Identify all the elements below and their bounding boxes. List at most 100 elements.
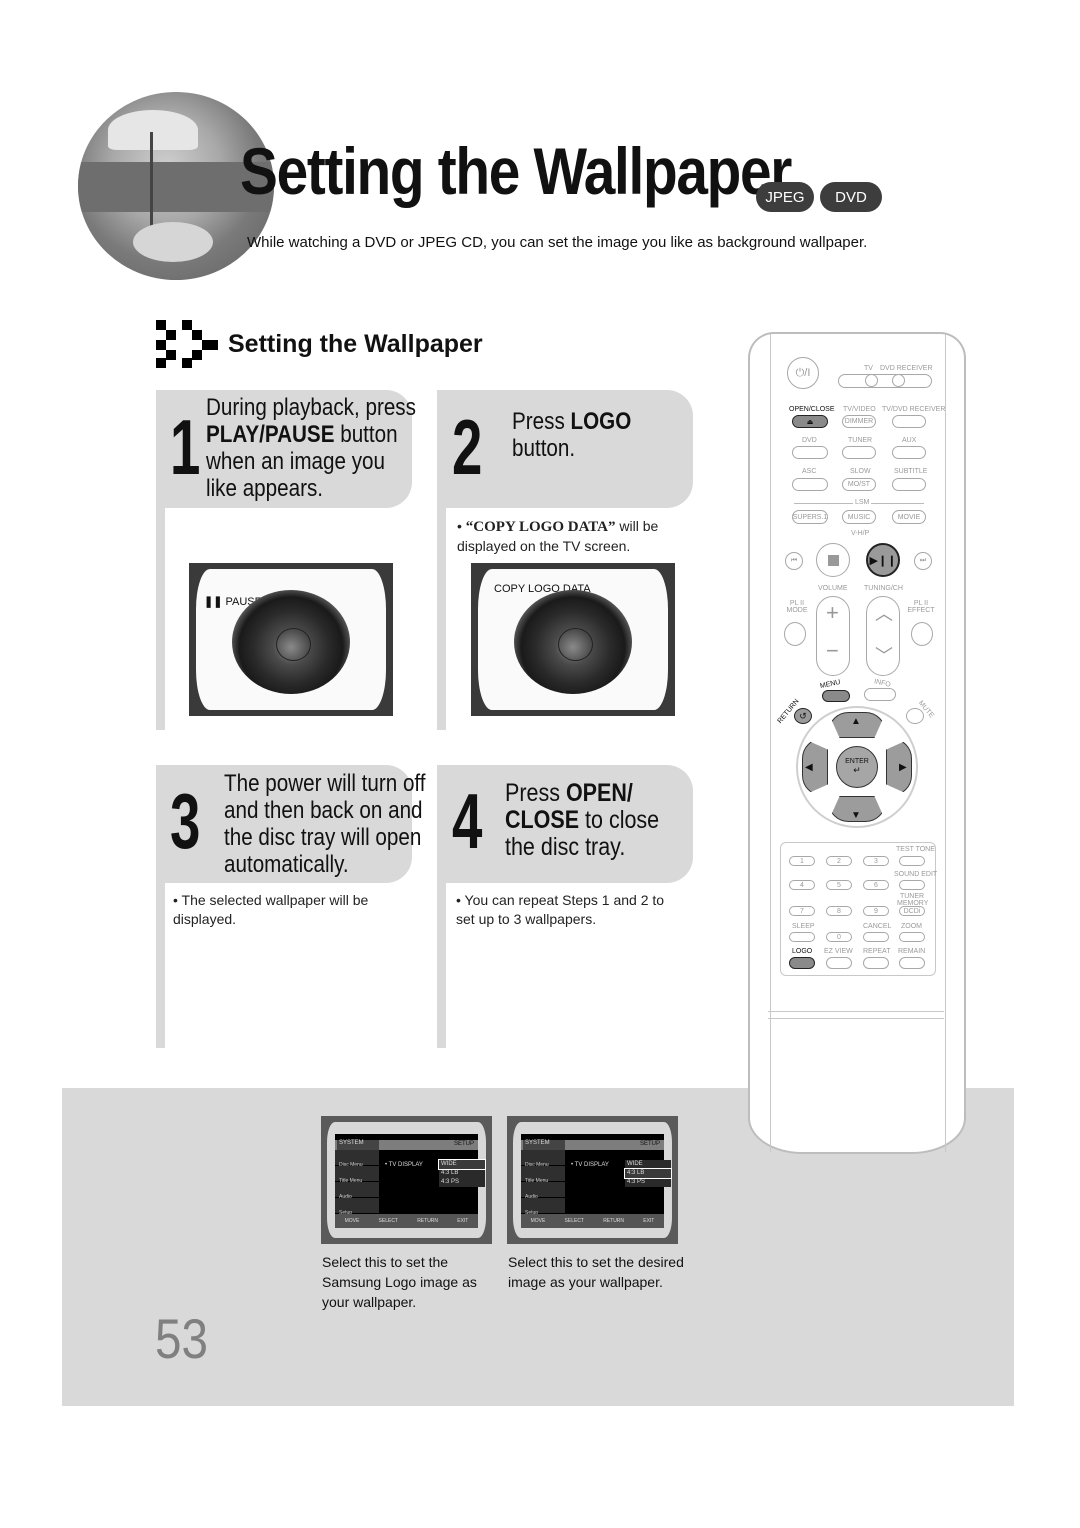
num-6-button[interactable]: 6 [863, 880, 889, 890]
test-tone-button[interactable] [899, 856, 925, 866]
option-43ps[interactable]: 4:3 PS [625, 1178, 671, 1187]
tv-screen-pause: ❚❚ PAUSE [189, 563, 393, 716]
step-1-text: During playback, press PLAY/PAUSE button… [206, 394, 416, 502]
dvd-receiver-mode-button[interactable] [892, 374, 905, 387]
play-pause-button[interactable]: ▶❙❙ [866, 543, 900, 577]
num-1-button[interactable]: 1 [789, 856, 815, 866]
num-5-button[interactable]: 5 [826, 880, 852, 890]
option-wide[interactable]: WIDE [625, 1160, 671, 1169]
num-9-button[interactable]: 9 [863, 906, 889, 916]
step-4-number: 4 [452, 777, 483, 865]
step-2-text: Press LOGO button. [512, 408, 632, 462]
option-43lb[interactable]: 4:3 LB [439, 1169, 485, 1178]
play-pause-icon: ▶❙❙ [869, 554, 897, 567]
music-button[interactable]: MUSIC [842, 510, 876, 524]
mo-st-button[interactable]: MO/ST [842, 478, 876, 491]
cancel-button[interactable] [863, 932, 889, 942]
right-arrow-icon: ▶ [899, 762, 907, 773]
step-4-note: • You can repeat Steps 1 and 2 to set up… [456, 892, 665, 927]
num-4-button[interactable]: 4 [789, 880, 815, 890]
open-close-label: OPEN/CLOSE [789, 406, 835, 413]
vhp-label: V-H/P [851, 530, 870, 537]
dimmer-button[interactable]: DIMMER [842, 415, 876, 428]
step-1-rail [156, 508, 165, 730]
repeat-button[interactable] [863, 957, 889, 969]
dvd-badge: DVD [820, 182, 882, 212]
ez-view-label: EZ VIEW [824, 948, 853, 955]
tv-label: TV [864, 365, 873, 372]
step-3-number: 3 [170, 777, 201, 865]
step-3-rail [156, 883, 165, 1048]
stop-icon [827, 554, 839, 566]
enter-button[interactable]: ENTER ↵ [836, 746, 878, 788]
sleep-label: SLEEP [792, 923, 815, 930]
skip-back-button[interactable]: ⏮ [785, 552, 803, 570]
supers-button[interactable]: SUPERS.1 [792, 510, 828, 524]
left-arrow-icon: ◀ [805, 762, 813, 773]
pl2-effect-label: PL II EFFECT [907, 600, 935, 614]
ez-view-button[interactable] [826, 957, 852, 969]
return-icon: ↺ [799, 710, 807, 721]
volume-up-icon: + [826, 600, 839, 625]
sleep-button[interactable] [789, 932, 815, 942]
skip-forward-icon: ⏭ [919, 557, 927, 564]
tuning-down-icon: ﹀ [875, 646, 893, 666]
logo-button[interactable] [789, 957, 815, 969]
stop-button[interactable] [816, 543, 850, 577]
option-43lb[interactable]: 4:3 LB [624, 1168, 672, 1179]
info-button[interactable] [864, 688, 896, 701]
open-close-button[interactable]: ⏏ [792, 415, 828, 428]
sound-edit-button[interactable] [899, 880, 925, 890]
dcdi-button[interactable]: DCDi [899, 906, 925, 916]
tv-dvd-receiver-button[interactable] [892, 415, 926, 428]
volume-down-icon: − [826, 638, 839, 663]
volume-label: VOLUME [818, 585, 848, 592]
num-7-button[interactable]: 7 [789, 906, 815, 916]
return-button[interactable]: ↺ [794, 708, 812, 724]
power-button[interactable]: ⏻/I [787, 357, 819, 389]
step-2-number: 2 [452, 403, 483, 491]
step-4-text: Press OPEN/ CLOSE to close the disc tray… [505, 779, 660, 861]
page-number: 53 [155, 1307, 208, 1370]
tv-mode-button[interactable] [865, 374, 878, 387]
num-8-button[interactable]: 8 [826, 906, 852, 916]
remain-button[interactable] [899, 957, 925, 969]
logo-label: LOGO [792, 948, 813, 955]
tv-video-label: TV/VIDEO [843, 406, 876, 413]
step-2-rail [437, 508, 446, 730]
page-title: Setting the Wallpaper [240, 134, 792, 208]
tv-screen-copy-logo: COPY LOGO DATA [471, 563, 675, 716]
jpeg-badge: JPEG [756, 182, 814, 212]
enter-icon: ↵ [853, 765, 861, 775]
subtitle-button[interactable] [892, 478, 926, 491]
speaker-image [232, 590, 350, 695]
section-title: Setting the Wallpaper [228, 330, 483, 358]
tv-dvd-receiver-label: TV/DVD RECEIVER [882, 406, 946, 413]
dvd-label: DVD [802, 437, 817, 444]
pl2-mode-button[interactable] [784, 622, 806, 646]
intro-text: While watching a DVD or JPEG CD, you can… [247, 234, 868, 251]
zoom-button[interactable] [899, 932, 925, 942]
step-1-number: 1 [170, 403, 201, 491]
num-2-button[interactable]: 2 [826, 856, 852, 866]
dvd-button[interactable] [792, 446, 828, 459]
mode-selector[interactable] [838, 374, 932, 388]
remain-label: REMAIN [898, 948, 926, 955]
num-0-button[interactable]: 0 [826, 932, 852, 942]
tuner-button[interactable] [842, 446, 876, 459]
asc-button[interactable] [792, 478, 828, 491]
option-43ps[interactable]: 4:3 PS [439, 1178, 485, 1187]
checker-arrow-icon [156, 320, 220, 368]
menu-button[interactable] [822, 690, 850, 702]
skip-forward-button[interactable]: ⏭ [914, 552, 932, 570]
lsm-label: LSM [853, 499, 872, 506]
mute-button[interactable] [906, 708, 924, 724]
option-wide[interactable]: WIDE [438, 1159, 486, 1170]
step-4-rail [437, 883, 446, 1048]
aux-button[interactable] [892, 446, 926, 459]
pl2-effect-button[interactable] [911, 622, 933, 646]
zoom-label: ZOOM [901, 923, 922, 930]
movie-button[interactable]: MOVIE [892, 510, 926, 524]
num-3-button[interactable]: 3 [863, 856, 889, 866]
cancel-label: CANCEL [863, 923, 892, 930]
